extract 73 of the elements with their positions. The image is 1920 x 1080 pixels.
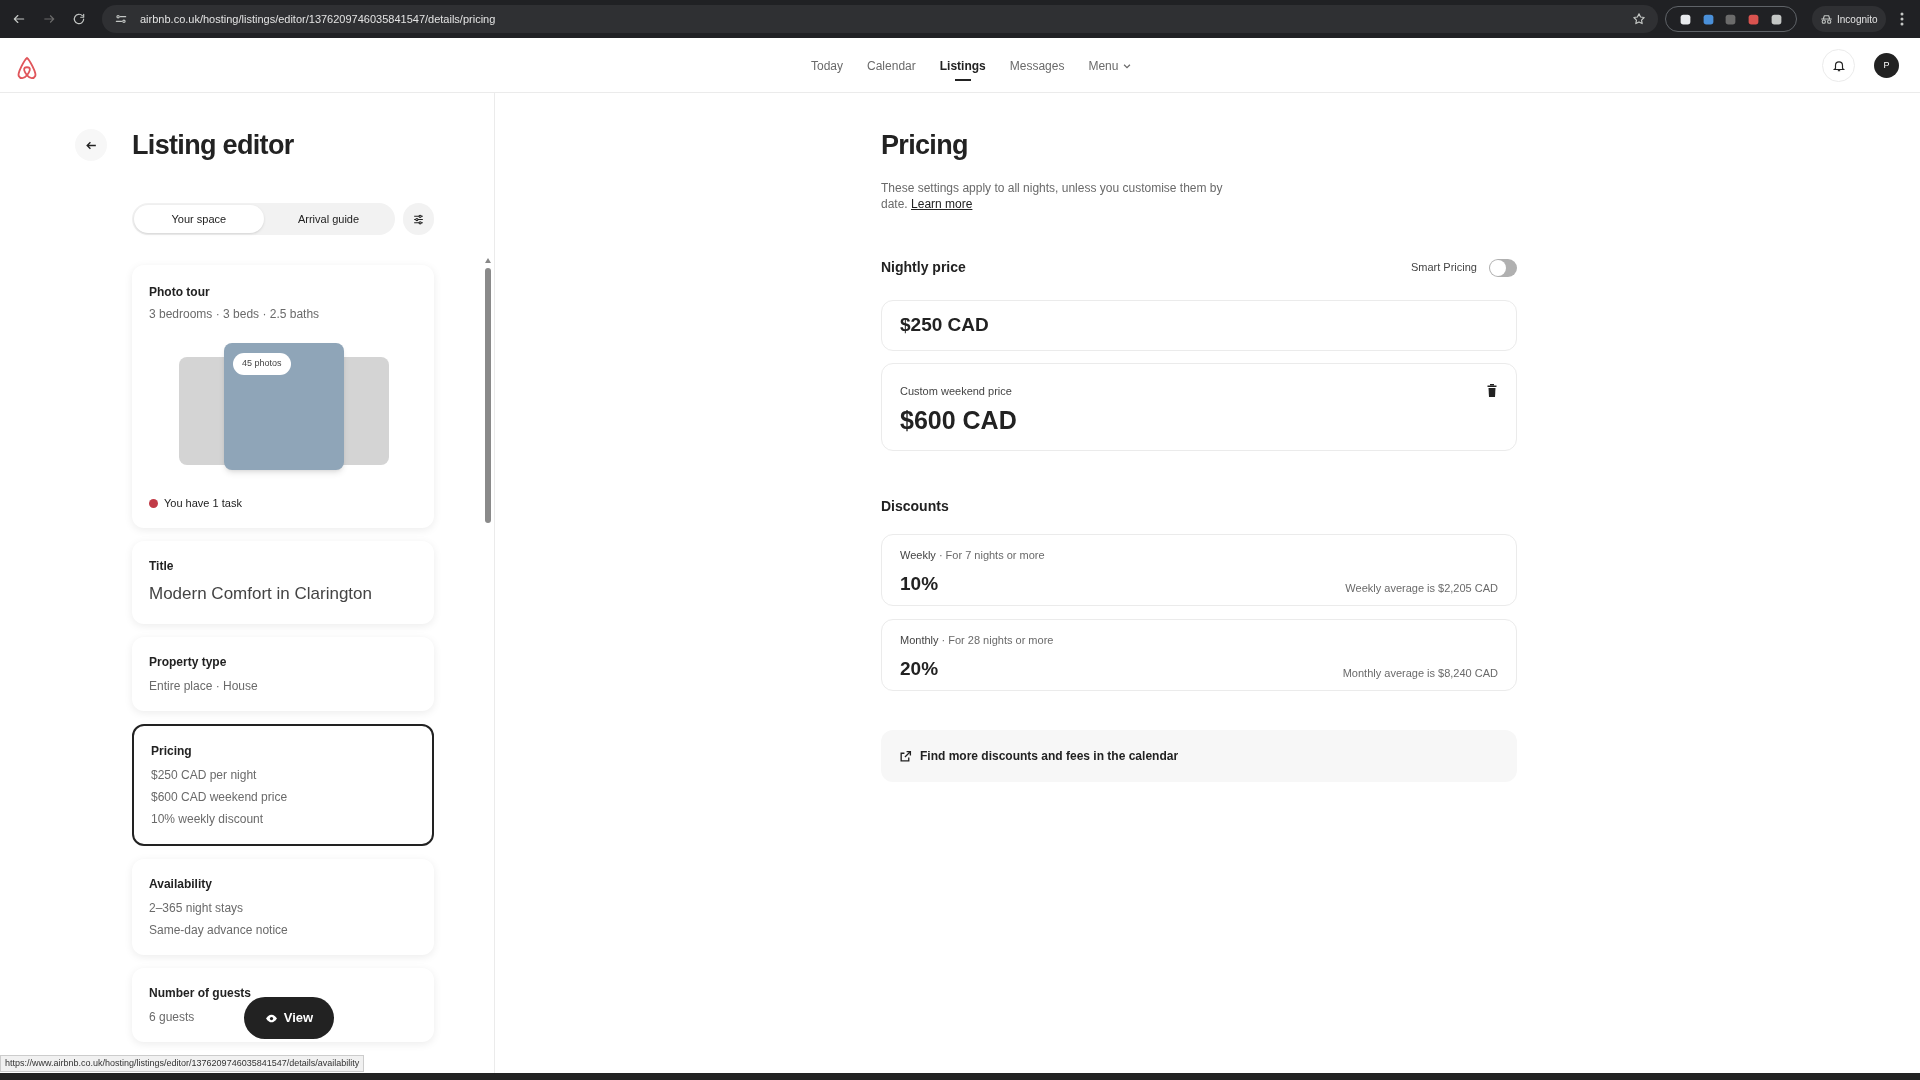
discount-value: 10%	[900, 571, 939, 596]
listing-section-card[interactable]: Property type Entire place · House	[132, 637, 434, 711]
description-text: These settings apply to all nights, unless you customise them by date. Learn more	[881, 180, 1224, 212]
back-icon[interactable]	[12, 12, 26, 26]
weekend-price-card[interactable]: Custom weekend price $600 CAD	[881, 363, 1517, 451]
listing-section-card[interactable]: Availability 2–365 night stays Same-day advance notice	[132, 859, 434, 955]
weekend-price-text: $600 CAD	[900, 404, 1018, 436]
card-detail: 6 guests	[149, 1009, 195, 1026]
reload-icon[interactable]	[72, 12, 86, 26]
toggle-label: Smart Pricing	[1410, 260, 1477, 276]
incognito-icon	[1820, 12, 1833, 26]
logo-icon[interactable]	[15, 54, 39, 80]
toggle-switch[interactable]	[1489, 258, 1517, 277]
tab[interactable]: Your space	[134, 205, 264, 233]
extension-icon[interactable]	[1678, 12, 1692, 26]
photo-count-badge: 45 photos	[233, 353, 291, 375]
card-detail: Entire place · House	[149, 678, 258, 695]
card-subtitle: 3 bedrooms · 3 beds · 2.5 baths	[149, 306, 321, 323]
card-title: Title	[149, 557, 175, 575]
listing-section-card[interactable]: Photo tour 3 bedrooms · 3 beds · 2.5 baths 45 photos You have 1 task	[132, 265, 434, 528]
listing-title-text: Modern Comfort in Clarington	[149, 582, 373, 605]
price-field[interactable]: $250 CAD	[881, 300, 1517, 351]
external-link-icon	[899, 749, 912, 763]
extension-icon[interactable]	[1770, 12, 1784, 26]
back-button[interactable]	[75, 129, 107, 161]
card-title: Availability	[149, 876, 213, 893]
learn-more-link[interactable]: Learn more	[911, 197, 973, 211]
tab[interactable]: Arrival guide	[263, 205, 394, 233]
more-icon[interactable]	[1900, 12, 1904, 26]
discount-card[interactable]: Monthly · For 28 nights or more 20% Monthly average is $8,240 CAD	[881, 619, 1517, 691]
average-text: Monthly average is $8,240 CAD	[1342, 665, 1498, 681]
filter-button[interactable]	[403, 203, 434, 235]
discount-condition: · For 28 nights or more	[941, 633, 1054, 648]
discount-name: Weekly	[900, 548, 936, 563]
menu-button[interactable]: Menu	[1088, 56, 1133, 75]
sliders-icon	[412, 212, 426, 226]
discount-value: 20%	[900, 656, 939, 681]
card-detail: $600 CAD weekend price	[151, 789, 288, 806]
trash-icon[interactable]	[1486, 384, 1498, 397]
nav-tab[interactable]: Messages	[1009, 38, 1065, 93]
card-title: Photo tour	[149, 284, 211, 301]
section-title: Pricing	[881, 129, 969, 162]
field-label: Custom weekend price	[900, 384, 1012, 399]
page-title: Listing editor	[132, 129, 295, 162]
avatar[interactable]: P	[1874, 53, 1899, 78]
discount-condition: · For 7 nights or more	[938, 548, 1045, 563]
subsection-heading: Discounts	[881, 497, 950, 516]
view-button[interactable]: View	[244, 997, 334, 1039]
url-text: airbnb.co.uk/hosting/listings/editor/1376209746035841547/details/pricing	[140, 11, 497, 27]
task-text: You have 1 task	[164, 496, 242, 511]
card-detail: $250 CAD per night	[151, 767, 257, 784]
card-detail: 2–365 night stays	[149, 900, 244, 917]
forward-icon[interactable]	[42, 12, 56, 26]
star-icon[interactable]	[1632, 12, 1646, 26]
bell-icon	[1831, 58, 1846, 73]
address-bar[interactable]: airbnb.co.uk/hosting/listings/editor/1376209746035841547/details/pricing	[102, 5, 1658, 33]
card-title: Property type	[149, 654, 228, 671]
status-url-tooltip: https://www.airbnb.co.uk/hosting/listings/editor/1376209746035841547/details/availability	[0, 1055, 365, 1072]
discount-card[interactable]: Weekly · For 7 nights or more 10% Weekly average is $2,205 CAD	[881, 534, 1517, 606]
discount-name: Monthly	[900, 633, 939, 648]
card-detail: Same-day advance notice	[149, 922, 288, 939]
incognito-chip[interactable]: Incognito	[1812, 6, 1886, 32]
listing-section-card[interactable]: Title Modern Comfort in Clarington	[132, 540, 434, 624]
average-text: Weekly average is $2,205 CAD	[1345, 580, 1498, 596]
card-title: Pricing	[151, 743, 193, 760]
calendar-link[interactable]: Find more discounts and fees in the calendar	[881, 730, 1517, 782]
site-settings-icon[interactable]	[114, 12, 128, 26]
card-detail: 10% weekly discount	[151, 811, 264, 828]
nav-tab[interactable]: Listings	[939, 38, 986, 93]
subsection-heading: Nightly price	[881, 258, 966, 277]
nav-tab[interactable]: Calendar	[867, 38, 916, 93]
nav-tab[interactable]: Today	[811, 38, 844, 93]
listing-section-card[interactable]: Pricing $250 CAD per night $600 CAD weekend price 10% weekly discount	[132, 724, 434, 846]
